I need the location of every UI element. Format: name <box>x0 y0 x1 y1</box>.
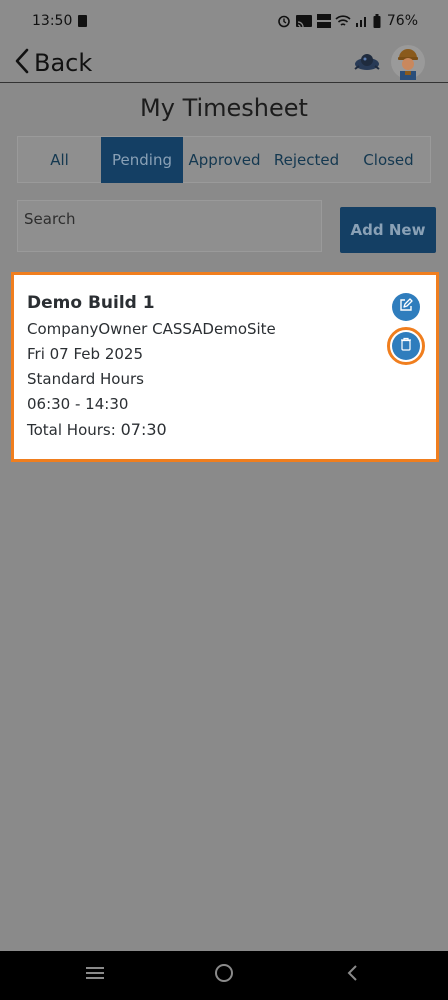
wifi-icon <box>335 14 351 28</box>
trash-icon <box>400 337 412 356</box>
tab-all[interactable]: All <box>18 137 101 183</box>
back-label: Back <box>34 49 93 77</box>
timesheet-time-range: 06:30 - 14:30 <box>27 395 129 413</box>
timesheet-hours-type: Standard Hours <box>27 370 144 388</box>
delete-button[interactable] <box>392 332 420 360</box>
chevron-left-icon <box>346 964 358 987</box>
chevron-left-icon <box>14 48 30 79</box>
total-hours-label: Total Hours: <box>27 421 116 439</box>
search-input[interactable] <box>17 200 322 252</box>
battery-percent: 76% <box>386 13 418 29</box>
timesheet-date: Fri 07 Feb 2025 <box>27 345 143 363</box>
battery-icon <box>373 14 381 28</box>
signal-icon <box>355 14 369 28</box>
alarm-icon <box>277 14 291 28</box>
status-bar: 13:50 76% <box>0 0 448 42</box>
tab-pending[interactable]: Pending <box>101 137 183 183</box>
status-tabs: All Pending Approved Rejected Closed <box>17 136 431 183</box>
timesheet-company-site: CompanyOwner CASSADemoSite <box>27 320 276 338</box>
edit-button[interactable] <box>392 293 420 321</box>
menu-lines-icon <box>85 966 105 985</box>
user-avatar[interactable] <box>390 44 426 80</box>
back-button[interactable]: Back <box>14 48 92 78</box>
timesheet-screen: 13:50 76% Back My Timesheet All Pending … <box>0 0 448 1000</box>
volte-icon <box>316 14 331 28</box>
system-nav-bar <box>0 951 448 1000</box>
sd-card-icon <box>78 15 87 27</box>
tab-closed[interactable]: Closed <box>347 137 430 183</box>
tab-rejected[interactable]: Rejected <box>266 137 347 183</box>
home-button[interactable] <box>194 951 254 1000</box>
system-back-button[interactable] <box>322 951 382 1000</box>
add-new-button[interactable]: Add New <box>340 207 436 253</box>
page-title: My Timesheet <box>140 94 308 122</box>
timesheet-title: Demo Build 1 <box>27 293 155 313</box>
edit-icon <box>399 297 413 317</box>
cast-icon <box>295 14 313 28</box>
recents-button[interactable] <box>65 951 125 1000</box>
tab-approved[interactable]: Approved <box>183 137 266 183</box>
company-logo-avatar[interactable] <box>352 48 382 78</box>
timesheet-card[interactable]: Demo Build 1 CompanyOwner CASSADemoSite … <box>18 280 432 454</box>
app-header: Back <box>0 42 448 83</box>
timesheet-total-hours: Total Hours: 07:30 <box>27 420 167 439</box>
total-hours-value: 07:30 <box>120 420 167 439</box>
circle-home-icon <box>214 963 234 988</box>
status-time: 13:50 <box>32 13 73 29</box>
status-icons: 76% <box>277 11 418 31</box>
